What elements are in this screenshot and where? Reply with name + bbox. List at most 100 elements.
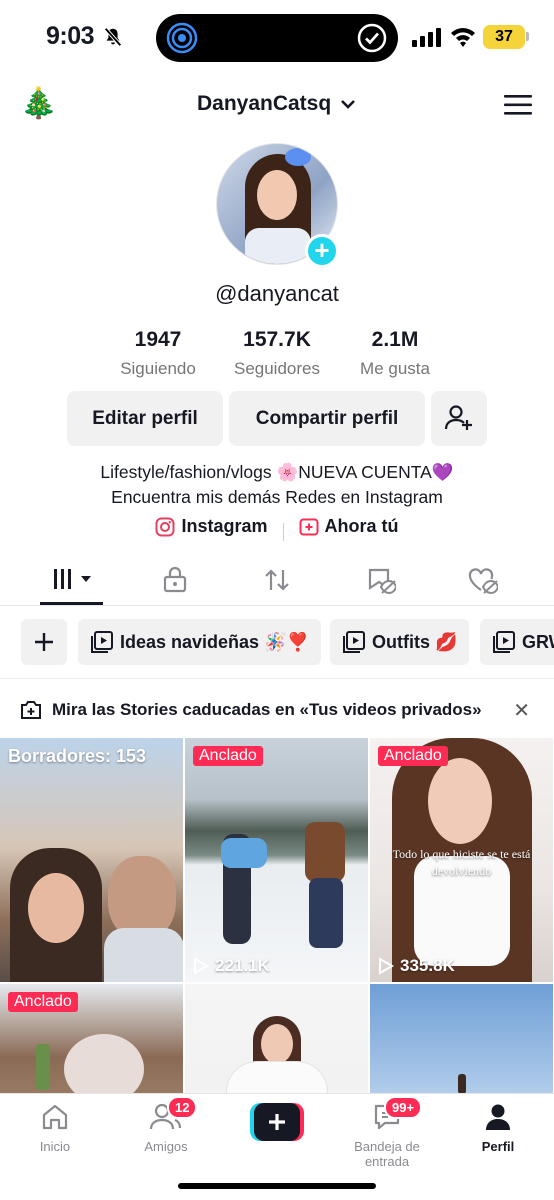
stat-number: 2.1M xyxy=(371,328,419,351)
pinned-badge: Anclado xyxy=(193,746,263,766)
edit-profile-button[interactable]: Editar perfil xyxy=(67,391,223,446)
stat-number: 157.7K xyxy=(243,328,311,351)
tab-favorites[interactable] xyxy=(366,566,398,599)
video-thumbnail[interactable] xyxy=(370,984,553,1093)
inbox-badge: 99+ xyxy=(384,1096,423,1119)
tab-liked[interactable] xyxy=(468,566,500,599)
status-time: 9:03 xyxy=(46,22,95,50)
instagram-link[interactable]: Instagram xyxy=(155,516,268,537)
nav-home[interactable]: Inicio xyxy=(0,1102,110,1154)
playlist-chips: Ideas navideñas 🪅❣️ Outfits 💋 GRW xyxy=(0,619,554,667)
profile-tabs xyxy=(0,558,554,606)
now-link[interactable]: Ahora tú xyxy=(299,516,399,537)
playlist-icon xyxy=(493,631,515,653)
now-label: Ahora tú xyxy=(324,516,399,536)
friends-badge: 12 xyxy=(167,1096,198,1119)
active-tab-indicator xyxy=(40,602,103,605)
create-button[interactable] xyxy=(250,1103,304,1141)
plus-icon xyxy=(35,633,53,651)
nav-label: Amigos xyxy=(144,1139,188,1154)
chevron-down-icon xyxy=(341,100,355,110)
stat-number: 1947 xyxy=(134,328,182,351)
battery-level: 37 xyxy=(483,25,525,49)
add-playlist-button[interactable] xyxy=(21,619,67,665)
home-indicator xyxy=(178,1183,376,1189)
playlist-icon xyxy=(91,631,113,653)
stat-label: Siguiendo xyxy=(120,359,196,378)
chip-label: GRW xyxy=(522,631,554,652)
airdrop-icon xyxy=(166,22,198,54)
play-icon xyxy=(194,957,209,975)
bio-line: Encuentra mis demás Redes en Instagram xyxy=(111,487,443,507)
instagram-label: Instagram xyxy=(181,516,268,536)
tab-private[interactable] xyxy=(162,566,188,599)
playlist-chip[interactable]: Outfits 💋 xyxy=(330,619,470,665)
battery-tip xyxy=(526,32,529,41)
status-bar: 9:03 37 xyxy=(0,0,554,76)
stat-label: Me gusta xyxy=(360,359,430,378)
video-thumbnail[interactable]: Anclado xyxy=(0,984,183,1093)
playlist-icon xyxy=(343,631,365,653)
stat-label: Seguidores xyxy=(233,359,320,378)
stat-following[interactable]: 1947 Siguiendo xyxy=(98,328,218,379)
menu-icon[interactable] xyxy=(504,94,532,116)
view-count-value: 335.8K xyxy=(400,956,455,975)
nav-profile[interactable]: Perfil xyxy=(443,1102,553,1154)
heart-hidden-icon xyxy=(468,568,500,595)
grid-icon xyxy=(54,569,91,589)
stories-banner-text: Mira las Stories caducadas en «Tus video… xyxy=(52,700,482,719)
profile-handle: @danyancat xyxy=(215,281,339,306)
share-profile-button[interactable]: Compartir perfil xyxy=(229,391,425,446)
nav-friends[interactable]: Amigos xyxy=(111,1102,221,1154)
stat-followers[interactable]: 157.7K Seguidores xyxy=(217,328,337,379)
drafts-label: Borradores: 153 xyxy=(8,746,147,766)
account-switcher[interactable]: DanyanCatsq xyxy=(0,92,554,116)
tab-videos[interactable] xyxy=(52,566,96,599)
bell-muted-icon xyxy=(104,27,122,47)
profile-icon xyxy=(486,1104,510,1130)
section-divider xyxy=(0,678,554,679)
add-square-icon xyxy=(299,518,319,535)
stories-banner[interactable]: Mira las Stories caducadas en «Tus video… xyxy=(0,690,554,730)
home-icon xyxy=(42,1104,68,1130)
instagram-icon xyxy=(155,517,175,536)
add-user-icon xyxy=(444,405,472,430)
dynamic-island xyxy=(156,14,398,62)
nav-label: Inicio xyxy=(39,1139,71,1154)
link-divider xyxy=(282,522,284,541)
video-thumbnail[interactable]: Anclado 221.1K xyxy=(185,738,368,982)
lock-icon xyxy=(163,566,187,593)
bookmark-hidden-icon xyxy=(368,568,398,595)
playlist-chip[interactable]: GRW xyxy=(480,619,554,665)
view-count-value: 221.1K xyxy=(215,956,270,975)
video-thumbnail[interactable]: Borradores: 153 xyxy=(0,738,183,982)
video-thumbnail[interactable]: Anclado Todo lo que hiciste se te está d… xyxy=(370,738,553,982)
playlist-chip[interactable]: Ideas navideñas 🪅❣️ xyxy=(78,619,321,665)
video-grid: Borradores: 153 Anclado 221.1K Anclado T… xyxy=(0,738,554,1093)
profile-links: Instagram Ahora tú xyxy=(0,516,554,542)
add-friend-button[interactable] xyxy=(431,391,487,446)
close-icon[interactable]: ✕ xyxy=(513,698,530,723)
repost-icon xyxy=(265,569,289,591)
video-caption-overlay: Todo lo que hiciste se te está devolvien… xyxy=(392,847,531,878)
view-count: 335.8K xyxy=(378,956,455,976)
check-circle-icon xyxy=(357,23,387,53)
camera-plus-icon xyxy=(21,701,41,719)
chip-label: Ideas navideñas 🪅❣️ xyxy=(120,631,309,652)
chip-label: Outfits 💋 xyxy=(372,631,458,652)
nav-label: Perfil xyxy=(481,1139,515,1154)
pinned-badge: Anclado xyxy=(378,746,448,766)
add-story-button[interactable]: + xyxy=(305,234,339,268)
cellular-signal-icon xyxy=(412,28,441,47)
view-count: 221.1K xyxy=(193,956,270,976)
pinned-badge: Anclado xyxy=(8,992,78,1012)
stat-likes[interactable]: 2.1M Me gusta xyxy=(335,328,455,379)
wifi-icon xyxy=(451,28,475,47)
profile-bio: Lifestyle/fashion/vlogs 🌸NUEVA CUENTA💜 E… xyxy=(0,460,554,510)
tab-reposts[interactable] xyxy=(263,566,291,599)
nav-label: Bandeja de entrada xyxy=(354,1139,420,1169)
bio-line: Lifestyle/fashion/vlogs 🌸NUEVA CUENTA💜 xyxy=(100,462,454,482)
play-icon xyxy=(379,957,394,975)
username-label: DanyanCatsq xyxy=(196,92,332,115)
video-thumbnail[interactable] xyxy=(185,984,368,1093)
